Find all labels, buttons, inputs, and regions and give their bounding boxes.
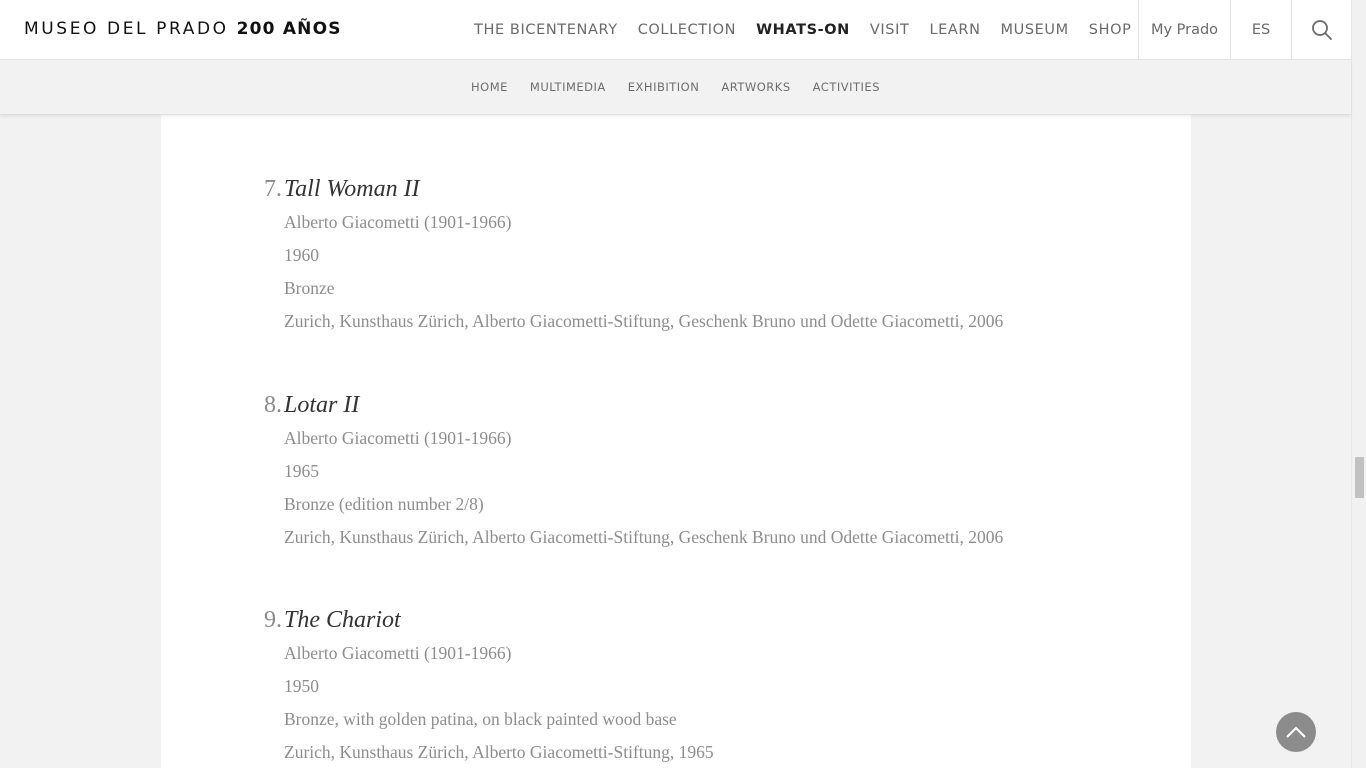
search-button[interactable]: [1291, 0, 1351, 60]
artwork-collection: Zurich, Kunsthaus Zürich, Alberto Giacom…: [284, 527, 1004, 547]
tab-multimedia[interactable]: MULTIMEDIA: [530, 80, 606, 94]
artwork-medium: Bronze: [284, 278, 335, 298]
artwork-collection: Zurich, Kunsthaus Zürich, Alberto Giacom…: [284, 742, 714, 762]
nav-item-museum[interactable]: MUSEUM: [1001, 22, 1069, 38]
entry-number: 7.: [264, 176, 282, 202]
scrollbar-thumb[interactable]: [1355, 457, 1364, 498]
artwork-date: 1965: [284, 461, 319, 481]
artwork-title: Lotar II: [284, 392, 360, 418]
language-switch[interactable]: ES: [1230, 0, 1291, 60]
artwork-entry: 7. Tall Woman II Alberto Giacometti (190…: [264, 176, 1164, 338]
search-icon: [1311, 20, 1332, 40]
nav-item-visit[interactable]: VISIT: [870, 22, 910, 38]
artwork-artist: Alberto Giacometti (1901-1966): [284, 428, 512, 448]
artwork-entry: 9. The Chariot Alberto Giacometti (1901-…: [264, 607, 1164, 768]
artwork-title: The Chariot: [284, 607, 401, 633]
site-logo[interactable]: MUSEO DEL PRADO 200 AÑOS: [24, 19, 342, 39]
section-nav: HOME MULTIMEDIA EXHIBITION ARTWORKS ACTI…: [0, 60, 1351, 115]
artwork-date: 1960: [284, 245, 319, 265]
nav-item-collection[interactable]: COLLECTION: [638, 22, 736, 38]
artwork-medium: Bronze, with golden patina, on black pai…: [284, 709, 677, 729]
nav-item-whats-on[interactable]: WHATS-ON: [756, 22, 850, 38]
chevron-up-icon: [1286, 726, 1306, 738]
nav-item-learn[interactable]: LEARN: [929, 22, 980, 38]
tab-activities[interactable]: ACTIVITIES: [813, 80, 880, 94]
tab-home[interactable]: HOME: [471, 80, 508, 94]
entry-number: 8.: [264, 392, 282, 418]
artwork-medium: Bronze (edition number 2/8): [284, 494, 484, 514]
artwork-date: 1950: [284, 676, 319, 696]
page-scrollbar[interactable]: [1351, 0, 1366, 768]
artwork-artist: Alberto Giacometti (1901-1966): [284, 212, 512, 232]
nav-item-shop[interactable]: SHOP: [1089, 22, 1132, 38]
brand-anniversary: 200 AÑOS: [236, 19, 342, 39]
main-nav: THE BICENTENARY COLLECTION WHATS-ON VISI…: [474, 0, 1151, 60]
nav-item-bicentenary[interactable]: THE BICENTENARY: [474, 22, 618, 38]
artwork-title: Tall Woman II: [284, 176, 420, 202]
back-to-top-button[interactable]: [1276, 712, 1316, 752]
artwork-artist: Alberto Giacometti (1901-1966): [284, 643, 512, 663]
content-card: 7. Tall Woman II Alberto Giacometti (190…: [161, 0, 1191, 768]
my-prado-link[interactable]: My Prado: [1138, 0, 1230, 60]
tab-exhibition[interactable]: EXHIBITION: [628, 80, 700, 94]
artwork-entry: 8. Lotar II Alberto Giacometti (1901-196…: [264, 392, 1164, 554]
artwork-collection: Zurich, Kunsthaus Zürich, Alberto Giacom…: [284, 311, 1004, 331]
entry-number: 9.: [264, 607, 282, 633]
brand-name: MUSEO DEL PRADO: [24, 19, 229, 39]
site-header: MUSEO DEL PRADO 200 AÑOS THE BICENTENARY…: [0, 0, 1351, 60]
tab-artworks[interactable]: ARTWORKS: [721, 80, 790, 94]
